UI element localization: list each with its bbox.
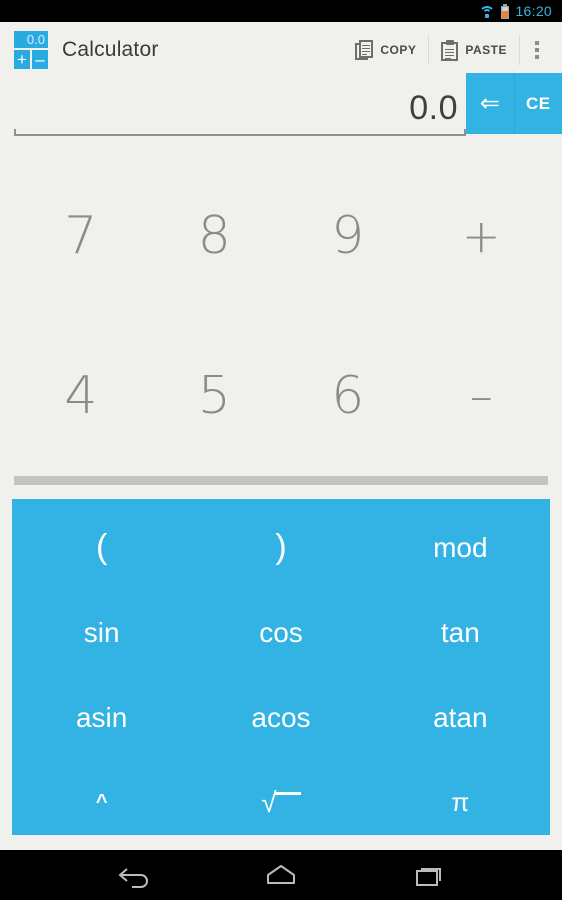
paste-button-label: PASTE <box>465 43 507 57</box>
app-icon-display: 0.0 <box>14 31 48 48</box>
battery-icon <box>501 3 510 19</box>
function-row-2: sin cos tan <box>12 590 550 675</box>
action-bar: 0.0 + – Calculator COPY PASTE <box>0 22 562 78</box>
backspace-button[interactable]: ⇐ <box>466 73 514 134</box>
key-seven[interactable]: 7 <box>14 156 148 316</box>
key-close-paren[interactable]: ) <box>191 505 370 590</box>
key-five[interactable]: 5 <box>148 316 282 476</box>
key-nine[interactable]: 9 <box>281 156 415 316</box>
app-icon-minus: – <box>32 50 48 69</box>
function-panel: ( ) mod sin cos tan asin acos atan ^ √ π <box>12 499 550 835</box>
status-bar: 16:20 <box>0 0 562 22</box>
more-vert-icon[interactable] <box>520 28 554 72</box>
function-row-4: ^ √ π <box>12 760 550 835</box>
key-tan[interactable]: tan <box>371 590 550 675</box>
clear-entry-label: CE <box>525 93 551 113</box>
key-four[interactable]: 4 <box>14 316 148 476</box>
key-six[interactable]: 6 <box>281 316 415 476</box>
display-area: 0.0 ⇐ CE <box>0 73 562 156</box>
status-bar-clock: 16:20 <box>515 3 552 19</box>
key-eight[interactable]: 8 <box>148 156 282 316</box>
paste-button[interactable]: PASTE <box>429 30 519 70</box>
key-sqrt[interactable]: √ <box>191 760 370 835</box>
copy-button[interactable]: COPY <box>343 30 428 70</box>
calculator-app-screen: 16:20 0.0 + – Calculator COPY PASTE 0.0 … <box>0 0 562 900</box>
calculator-app-icon: 0.0 + – <box>10 31 50 69</box>
key-minus[interactable]: – <box>415 316 549 476</box>
key-mod[interactable]: mod <box>371 505 550 590</box>
paste-icon <box>441 39 459 61</box>
keypad-scrollbar[interactable] <box>14 476 548 485</box>
function-row-3: asin acos atan <box>12 675 550 760</box>
key-power[interactable]: ^ <box>12 760 191 835</box>
key-atan[interactable]: atan <box>371 675 550 760</box>
input-underline <box>14 129 466 136</box>
key-open-paren[interactable]: ( <box>12 505 191 590</box>
key-asin[interactable]: asin <box>12 675 191 760</box>
app-icon-plus: + <box>14 50 30 69</box>
page-title: Calculator <box>62 38 159 61</box>
backspace-arrow-icon: ⇐ <box>479 90 500 117</box>
display-value: 0.0 <box>409 89 458 127</box>
key-sin[interactable]: sin <box>12 590 191 675</box>
numeric-keypad: 7 8 9 + 4 5 6 – <box>0 156 562 476</box>
recent-apps-icon[interactable] <box>407 858 451 892</box>
sqrt-overbar <box>274 791 301 795</box>
wifi-icon <box>479 5 496 18</box>
expression-input[interactable]: 0.0 <box>14 80 466 140</box>
edit-key-group: ⇐ CE <box>466 73 562 134</box>
key-cos[interactable]: cos <box>191 590 370 675</box>
keypad-row-1: 7 8 9 + <box>14 156 548 316</box>
sqrt-icon: √ <box>261 788 301 817</box>
copy-icon <box>355 39 374 61</box>
key-acos[interactable]: acos <box>191 675 370 760</box>
key-plus[interactable]: + <box>415 156 549 316</box>
keypad-row-2: 4 5 6 – <box>14 316 548 476</box>
key-pi[interactable]: π <box>371 760 550 835</box>
copy-button-label: COPY <box>380 43 417 57</box>
android-nav-bar <box>0 850 562 900</box>
function-row-1: ( ) mod <box>12 505 550 590</box>
clear-entry-button[interactable]: CE <box>513 73 562 134</box>
home-icon[interactable] <box>259 858 303 892</box>
back-arrow-icon[interactable] <box>111 858 155 892</box>
